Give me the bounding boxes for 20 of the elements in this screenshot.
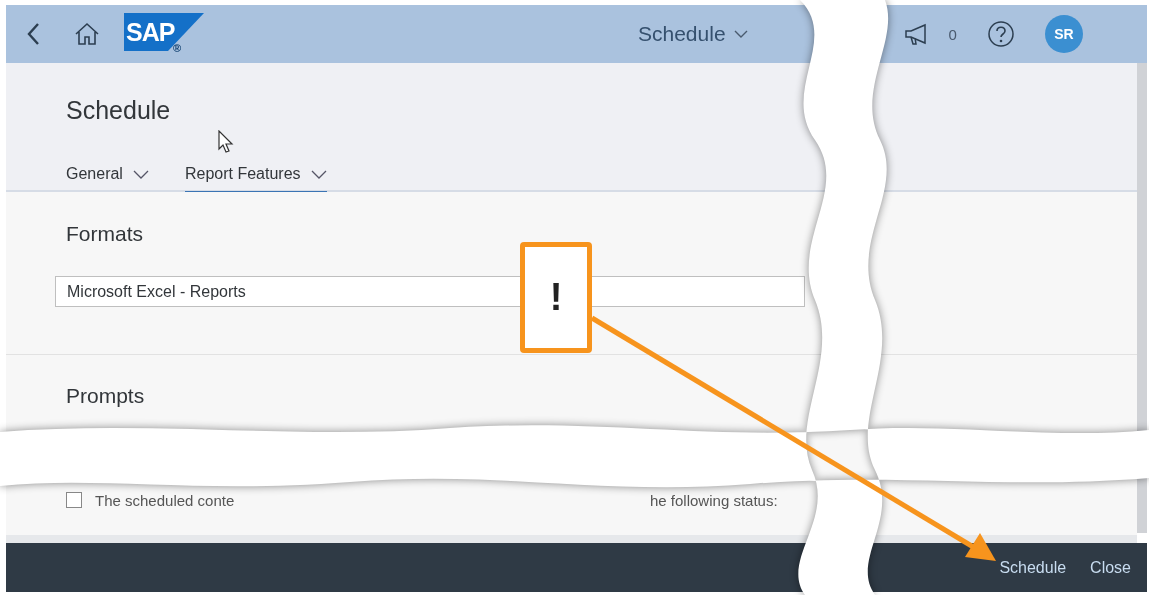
scrollbar[interactable] (1137, 63, 1147, 533)
footer-button[interactable]: Close (1080, 554, 1141, 581)
callout-tooltip: ! (520, 242, 592, 353)
chevron-down-icon (132, 169, 149, 179)
cursor-icon (218, 130, 234, 154)
option-text: The scheduled conte (95, 491, 236, 509)
notification-count: 0 (948, 25, 957, 43)
option-text: he following status: (650, 491, 779, 509)
back-icon[interactable] (26, 22, 40, 46)
tab[interactable]: General (66, 165, 149, 193)
page-title: Schedule (66, 96, 172, 125)
section-title: Formats (66, 222, 144, 246)
footer-button[interactable]: Schedule (989, 554, 1077, 581)
chevron-down-icon (733, 30, 748, 38)
help-icon[interactable] (986, 20, 1015, 48)
section-title: Prompts (66, 384, 146, 408)
chevron-down-icon (310, 169, 327, 179)
home-icon[interactable] (74, 22, 100, 46)
shell-title[interactable]: Schedule (638, 22, 748, 46)
checkbox[interactable] (66, 492, 82, 508)
